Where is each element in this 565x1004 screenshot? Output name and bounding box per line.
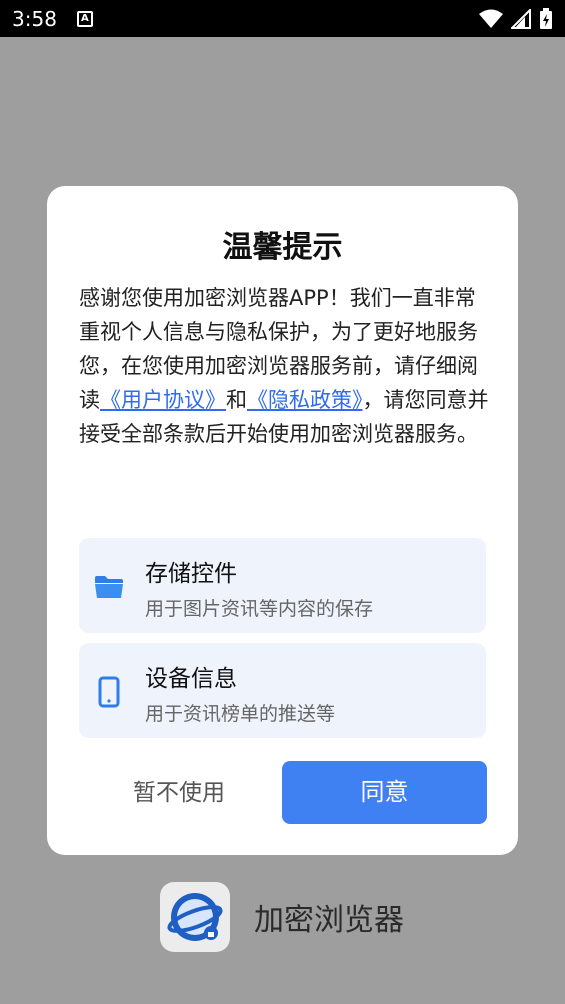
cellular-icon <box>511 8 531 29</box>
status-icons <box>479 7 553 30</box>
privacy-dialog: 温馨提示 感谢您使用加密浏览器APP！我们一直非常重视个人信息与隐私保护，为了更… <box>47 186 518 855</box>
planet-lock-icon <box>167 893 223 941</box>
permission-desc: 用于资讯榜单的推送等 <box>145 703 336 725</box>
user-agreement-link[interactable]: 《用户协议》 <box>100 388 226 412</box>
dialog-title: 温馨提示 <box>222 230 343 265</box>
privacy-policy-link[interactable]: 《隐私政策》 <box>247 388 363 412</box>
decline-button[interactable]: 暂不使用 <box>79 762 279 824</box>
battery-charging-icon <box>540 7 552 29</box>
status-time: 3:58 <box>12 6 57 31</box>
permission-storage: 存储控件 用于图片资讯等内容的保存 <box>79 538 486 633</box>
app-name: 加密浏览器 <box>254 903 404 938</box>
wifi-icon <box>479 9 503 28</box>
app-brand: 加密浏览器 <box>160 882 404 952</box>
permission-device-info: 设备信息 用于资讯榜单的推送等 <box>79 643 486 738</box>
folder-icon <box>95 576 123 598</box>
agree-button[interactable]: 同意 <box>282 761 487 824</box>
permission-title: 存储控件 <box>145 561 237 587</box>
phone-icon <box>98 676 120 708</box>
app-logo <box>160 882 230 952</box>
permission-desc: 用于图片资讯等内容的保存 <box>145 598 374 620</box>
permission-title: 设备信息 <box>145 666 237 692</box>
body-and: 和 <box>226 388 247 412</box>
dialog-body: 感谢您使用加密浏览器APP！我们一直非常重视个人信息与隐私保护，为了更好地服务您… <box>79 281 489 451</box>
status-bar: 3:58 A <box>0 0 565 37</box>
notification-a-icon: A <box>76 10 93 27</box>
